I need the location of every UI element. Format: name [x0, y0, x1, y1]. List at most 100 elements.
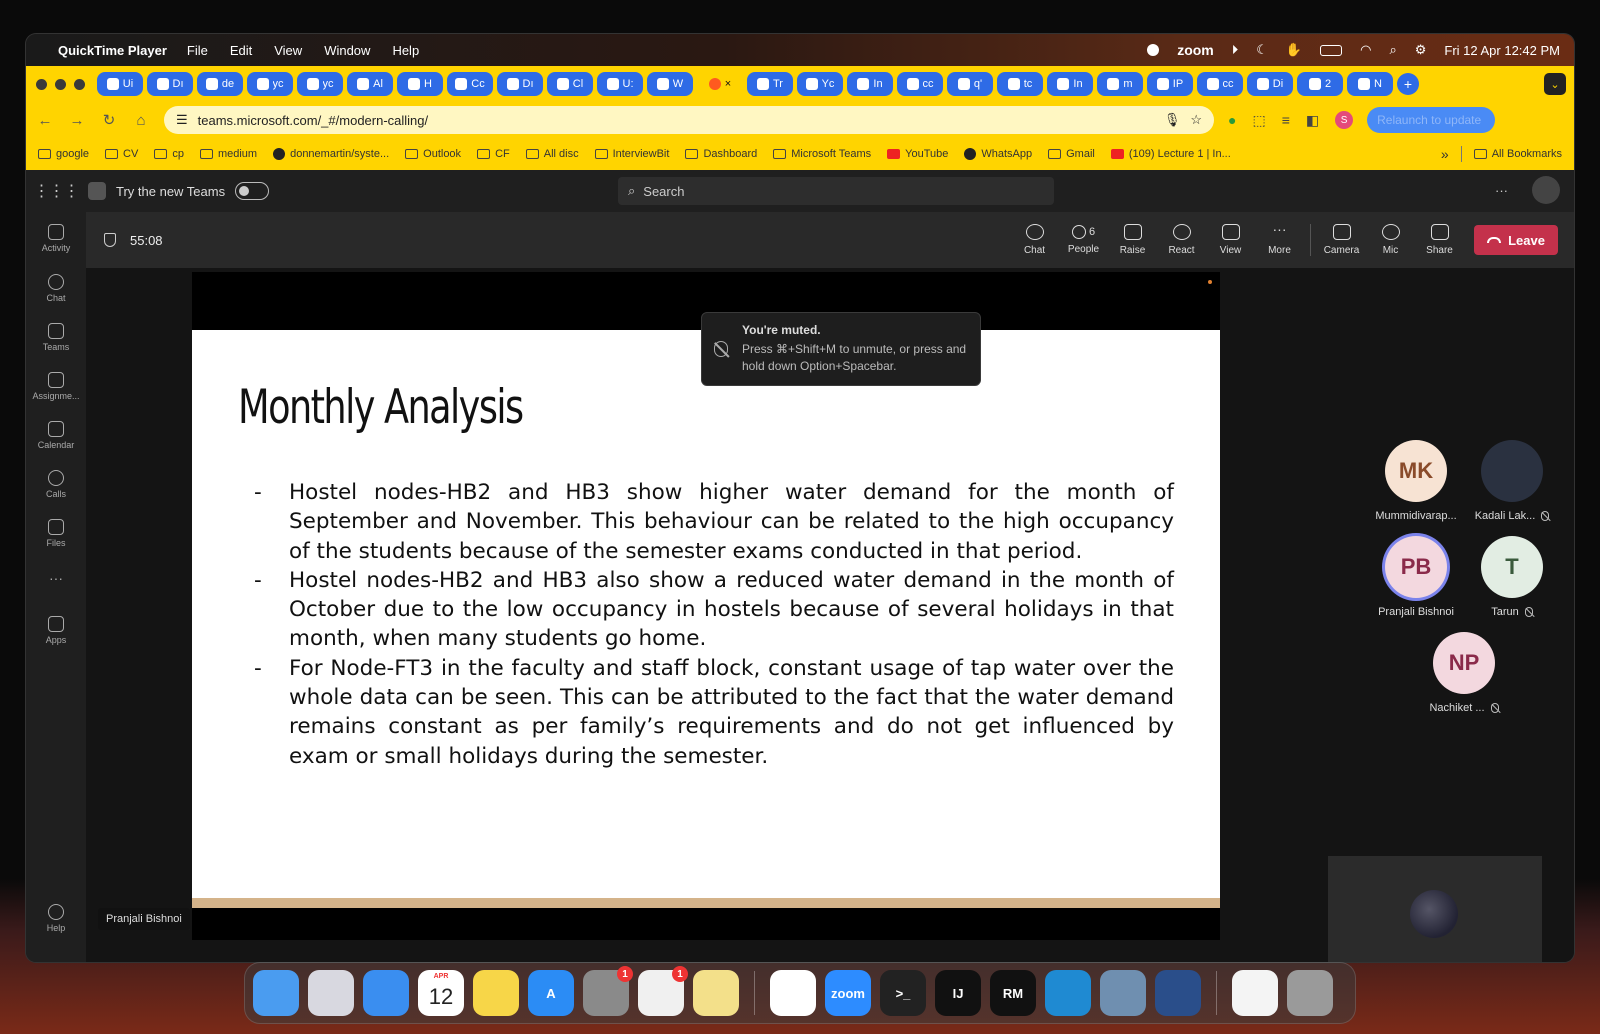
bookmark-item[interactable]: medium: [199, 148, 257, 160]
stickies-icon[interactable]: [693, 970, 739, 1016]
launchpad-icon[interactable]: [308, 970, 354, 1016]
extension-green-icon[interactable]: ●: [1228, 112, 1236, 128]
bookmarks-overflow-button[interactable]: »: [1441, 146, 1449, 162]
notes-icon[interactable]: [473, 970, 519, 1016]
zoom-status-item[interactable]: zoom: [1177, 42, 1214, 58]
bookmark-item[interactable]: WhatsApp: [964, 148, 1032, 160]
browser-tab[interactable]: Dı: [147, 72, 193, 96]
battery-icon[interactable]: [1320, 44, 1343, 56]
calendar-icon[interactable]: APR 12: [418, 970, 464, 1016]
rail-files[interactable]: Files: [26, 519, 86, 548]
textedit-icon[interactable]: [1232, 970, 1278, 1016]
browser-tab[interactable]: H: [397, 72, 443, 96]
chat-button[interactable]: Chat: [1010, 224, 1059, 256]
menu-file[interactable]: File: [187, 43, 208, 58]
safari-icon[interactable]: [363, 970, 409, 1016]
app-store-icon[interactable]: A: [528, 970, 574, 1016]
self-video-tile[interactable]: [1328, 856, 1542, 962]
participant-tile[interactable]: NP Nachiket ...: [1416, 632, 1512, 714]
bookmark-item[interactable]: cp: [154, 148, 184, 160]
quicktime-icon[interactable]: [1155, 970, 1201, 1016]
new-tab-button[interactable]: +: [1397, 73, 1419, 95]
settings-more-icon[interactable]: ···: [1495, 183, 1508, 198]
rail-help[interactable]: Help: [26, 904, 86, 933]
finder-icon[interactable]: [253, 970, 299, 1016]
rail-chat[interactable]: Chat: [26, 274, 86, 303]
site-settings-icon[interactable]: ☰: [176, 112, 188, 128]
zoom-window-button[interactable]: [74, 78, 85, 90]
rail-apps[interactable]: Apps: [26, 616, 86, 645]
browser-tab[interactable]: W: [647, 72, 693, 96]
control-center-icon[interactable]: ⚙: [1415, 42, 1427, 58]
browser-tab[interactable]: Di: [1247, 72, 1293, 96]
record-icon[interactable]: [1147, 44, 1160, 56]
bookmark-item[interactable]: google: [38, 148, 89, 160]
spotlight-search-icon[interactable]: ⌕: [1389, 42, 1396, 58]
relaunch-update-button[interactable]: Relaunch to update: [1367, 107, 1496, 133]
bookmark-item[interactable]: donnemartin/syste...: [273, 148, 389, 160]
browser-tab[interactable]: N: [1347, 72, 1393, 96]
minimize-window-button[interactable]: [55, 78, 66, 90]
bookmark-item[interactable]: Microsoft Teams: [773, 148, 871, 160]
wifi-icon[interactable]: ◠: [1360, 42, 1371, 58]
bookmark-item[interactable]: Outlook: [405, 148, 461, 160]
bookmark-item[interactable]: CV: [105, 148, 138, 160]
moon-icon[interactable]: ☾: [1256, 42, 1268, 58]
browser-tab[interactable]: In: [847, 72, 893, 96]
rubymine-icon[interactable]: RM: [990, 970, 1036, 1016]
browser-tab[interactable]: In: [1047, 72, 1093, 96]
mic-button[interactable]: Mic: [1366, 224, 1415, 256]
preview-icon[interactable]: [1100, 970, 1146, 1016]
zoom-icon[interactable]: zoom: [825, 970, 871, 1016]
browser-tab[interactable]: Yc: [797, 72, 843, 96]
bookmark-item[interactable]: YouTube: [887, 148, 948, 160]
chrome-icon[interactable]: [770, 970, 816, 1016]
menu-help[interactable]: Help: [392, 43, 419, 58]
leave-button[interactable]: Leave: [1474, 225, 1558, 255]
menubar-clock[interactable]: Fri 12 Apr 12:42 PM: [1444, 43, 1560, 58]
profile-avatar[interactable]: S: [1335, 111, 1354, 129]
browser-tab[interactable]: Dı: [497, 72, 543, 96]
side-panel-icon[interactable]: ◧: [1306, 112, 1319, 129]
extensions-puzzle-icon[interactable]: ⬚: [1252, 112, 1265, 129]
view-button[interactable]: View: [1206, 224, 1255, 256]
url-text[interactable]: teams.microsoft.com/_#/modern-calling/: [198, 113, 1154, 128]
teams-search-input[interactable]: ⌕ Search: [618, 177, 1054, 205]
bookmark-item[interactable]: (109) Lecture 1 | In...: [1110, 148, 1231, 160]
react-button[interactable]: React: [1157, 224, 1206, 256]
rail-calendar[interactable]: Calendar: [26, 421, 86, 450]
system-settings-icon[interactable]: 1: [583, 966, 633, 1016]
bookmark-item[interactable]: All disc: [525, 148, 579, 160]
browser-tab[interactable]: Cl: [547, 72, 593, 96]
menu-window[interactable]: Window: [324, 43, 370, 58]
browser-tab[interactable]: Cc: [447, 72, 493, 96]
hand-icon[interactable]: ✋: [1286, 42, 1302, 58]
people-button[interactable]: 6 People: [1059, 225, 1108, 255]
browser-tab[interactable]: Al: [347, 72, 393, 96]
menu-edit[interactable]: Edit: [230, 43, 252, 58]
participant-tile[interactable]: T Tarun: [1464, 536, 1560, 618]
browser-tab[interactable]: de: [197, 72, 243, 96]
play-icon[interactable]: ⏵: [1232, 42, 1239, 58]
rail-teams[interactable]: Teams: [26, 323, 86, 352]
app-launcher-icon[interactable]: ⋮⋮⋮: [26, 181, 86, 201]
reload-icon[interactable]: ↻: [100, 111, 118, 129]
rail-assignments[interactable]: Assignme...: [26, 372, 86, 401]
browser-tab[interactable]: m: [1097, 72, 1143, 96]
vscode-icon[interactable]: [1045, 970, 1091, 1016]
bookmark-star-icon[interactable]: ☆: [1190, 112, 1202, 128]
address-bar[interactable]: ☰ teams.microsoft.com/_#/modern-calling/…: [164, 106, 1214, 134]
camera-button[interactable]: Camera: [1317, 224, 1366, 256]
share-button[interactable]: Share: [1415, 224, 1464, 256]
terminal-icon[interactable]: >_: [880, 970, 926, 1016]
tab-search-dropdown[interactable]: ⌄: [1544, 73, 1566, 95]
participant-tile[interactable]: PB Pranjali Bishnoi: [1368, 536, 1464, 618]
browser-tab[interactable]: cc: [1197, 72, 1243, 96]
media-control-icon[interactable]: ≡: [1282, 112, 1290, 128]
browser-tab-active[interactable]: ×: [697, 72, 743, 96]
bookmark-item[interactable]: Dashboard: [685, 148, 757, 160]
rail-more-apps[interactable]: ···: [26, 570, 86, 586]
menu-view[interactable]: View: [274, 43, 302, 58]
microphone-icon[interactable]: 🎙: [1164, 112, 1181, 128]
slack-icon[interactable]: 1: [638, 966, 688, 1016]
